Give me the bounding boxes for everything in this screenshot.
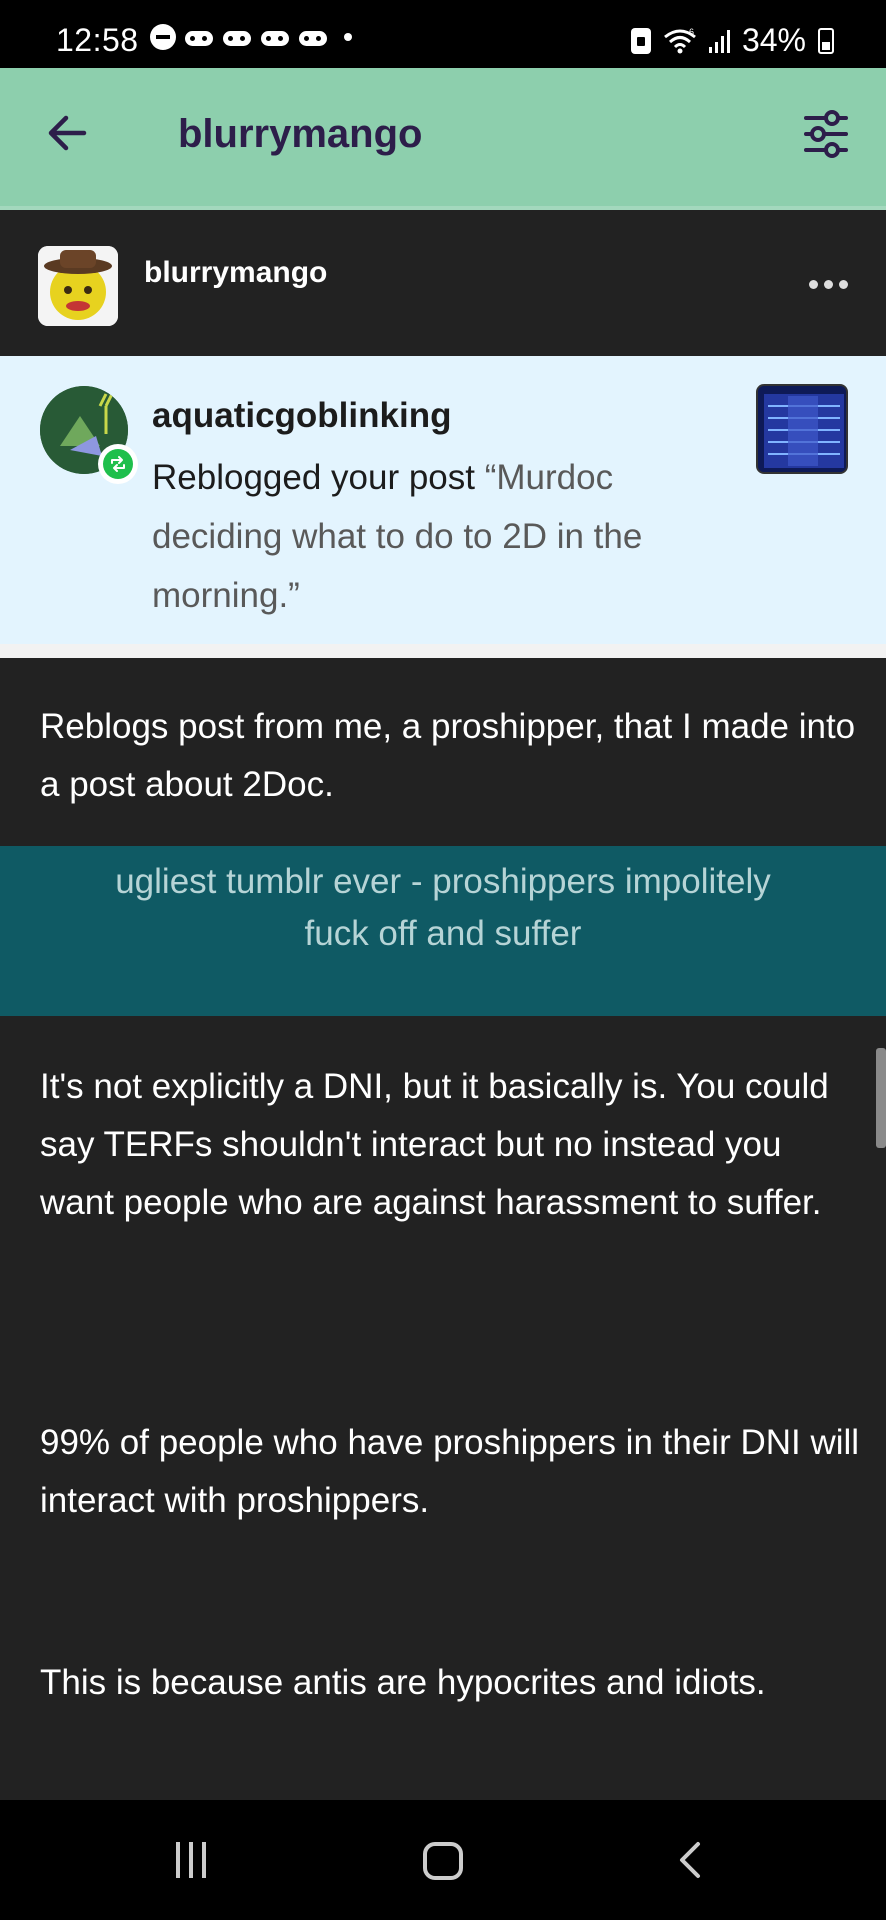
status-bar: 12:58 6 34% [0,0,886,68]
system-icons: 6 34% [630,22,834,59]
game-controller-icon [298,25,328,49]
section-divider [0,644,886,658]
reblog-icon [111,456,125,472]
svg-text:6: 6 [689,27,694,37]
notification-text: Reblogged your post “Murdoc deciding wha… [152,448,752,625]
app-header: blurrymango [0,68,886,210]
back-arrow-icon[interactable] [44,110,90,156]
reblog-notification-card[interactable]: aquaticgoblinking Reblogged your post “M… [0,356,886,644]
recent-apps-icon[interactable] [176,1842,206,1878]
wifi-icon: 6 [664,27,696,53]
quoted-line-2: fuck off and suffer [304,914,582,953]
notification-action: Reblogged your post [152,458,485,497]
blog-avatar[interactable] [38,246,118,326]
scrollbar[interactable] [876,1048,886,1148]
notification-icons [150,24,352,50]
screen: 12:58 6 34% blurrymango blurrymango aqua… [0,0,886,1920]
post-paragraph-3: 99% of people who have proshippers in th… [40,1423,860,1520]
post-paragraph-1: Reblogs post from me, a proshipper, that… [40,707,856,804]
game-controller-icon [260,25,290,49]
system-nav-bar [0,1800,886,1920]
quoted-image-block: ugliest tumblr ever - proshippers impoli… [0,846,886,1016]
battery-percent: 34% [741,22,806,58]
page-title: blurrymango [178,112,423,156]
post-blog-name[interactable]: blurrymango [144,256,327,290]
dot-icon [344,33,352,41]
post-header: blurrymango [0,214,886,356]
do-not-disturb-icon [150,24,176,50]
post-thumbnail[interactable] [756,384,848,474]
post-paragraph-2: It's not explicitly a DNI, but it basica… [40,1067,829,1222]
filter-settings-icon[interactable] [802,108,850,160]
post-paragraph-4: This is because antis are hypocrites and… [40,1663,766,1702]
game-controller-icon [184,25,214,49]
back-icon[interactable] [672,1840,712,1880]
more-options-icon[interactable] [809,280,848,289]
game-controller-icon [222,25,252,49]
quoted-text: ugliest tumblr ever - proshippers impoli… [0,856,886,960]
status-time: 12:58 [56,22,139,58]
reblog-badge [98,444,138,484]
quoted-line-1: ugliest tumblr ever - proshippers impoli… [115,862,771,901]
lock-icon [630,27,651,54]
battery-charging-icon [818,27,834,54]
home-icon[interactable] [423,1842,463,1880]
notification-username[interactable]: aquaticgoblinking [152,396,451,436]
signal-icon [708,29,730,53]
